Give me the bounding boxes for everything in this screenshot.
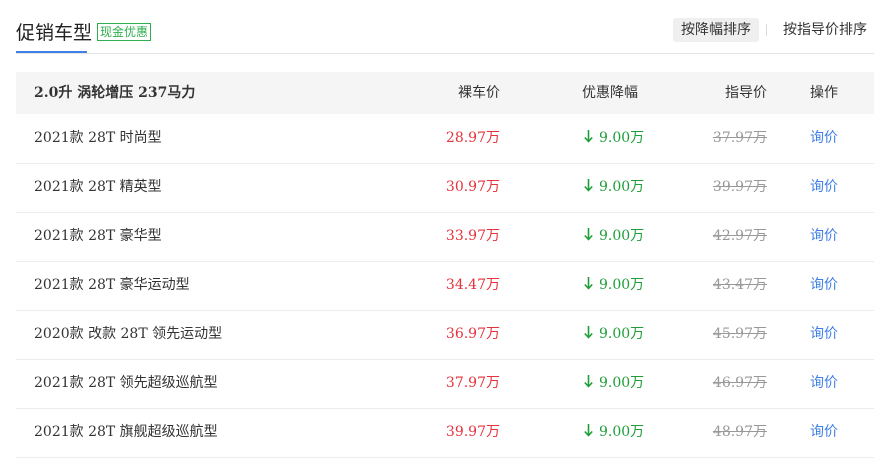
table-row: 2021款 28T 时尚型 28.97万 9.00万 37.97万 询价 (16, 114, 874, 164)
sort-by-guide-price-button[interactable]: 按指导价排序 (776, 18, 874, 42)
arrow-down-icon (584, 408, 594, 456)
discount-amount: 9.00万 (599, 130, 645, 146)
guide-price: 39.97万 (712, 179, 767, 195)
naked-price: 37.97万 (445, 375, 500, 391)
header-divider (16, 53, 874, 54)
arrow-down-icon (584, 261, 594, 309)
table-header: 2.0升 涡轮增压 237马力 裸车价 优惠降幅 指导价 操作 (16, 72, 874, 114)
guide-price: 46.97万 (712, 375, 767, 391)
discount-value: 9.00万 (584, 359, 644, 407)
naked-price: 30.97万 (445, 179, 500, 195)
arrow-down-icon (584, 114, 594, 162)
column-action: 操作 (810, 85, 838, 101)
discount-amount: 9.00万 (599, 375, 645, 391)
trim-name[interactable]: 2021款 28T 豪华运动型 (34, 261, 190, 309)
engine-group-label: 2.0升 涡轮增压 237马力 (34, 85, 196, 101)
naked-price: 39.97万 (445, 424, 500, 440)
guide-price: 48.97万 (712, 424, 767, 440)
column-guide-price: 指导价 (725, 85, 767, 101)
inquiry-link[interactable]: 询价 (810, 408, 838, 456)
discount-amount: 9.00万 (599, 424, 645, 440)
discount-value: 9.00万 (584, 261, 644, 309)
guide-price: 43.47万 (712, 277, 767, 293)
trim-name[interactable]: 2021款 28T 豪华型 (34, 212, 162, 260)
table-row: 2021款 28T 旗舰超级巡航型 39.97万 9.00万 48.97万 询价 (16, 408, 874, 458)
trim-name[interactable]: 2021款 28T 旗舰超级巡航型 (34, 408, 218, 456)
discount-amount: 9.00万 (599, 228, 645, 244)
arrow-down-icon (584, 212, 594, 260)
naked-price: 36.97万 (445, 326, 500, 342)
discount-amount: 9.00万 (599, 277, 645, 293)
trim-name[interactable]: 2021款 28T 时尚型 (34, 114, 162, 162)
guide-price: 45.97万 (712, 326, 767, 342)
table-row: 2021款 28T 领先超级巡航型 37.97万 9.00万 46.97万 询价 (16, 359, 874, 409)
section-title: 促销车型 (16, 22, 93, 44)
guide-price: 42.97万 (712, 228, 767, 244)
discount-value: 9.00万 (584, 212, 644, 260)
trim-name[interactable]: 2021款 28T 领先超级巡航型 (34, 359, 218, 407)
discount-value: 9.00万 (584, 310, 644, 358)
discount-value: 9.00万 (584, 408, 644, 456)
inquiry-link[interactable]: 询价 (810, 359, 838, 407)
column-naked-price: 裸车价 (458, 85, 500, 101)
inquiry-link[interactable]: 询价 (810, 114, 838, 162)
discount-amount: 9.00万 (599, 179, 645, 195)
naked-price: 28.97万 (445, 130, 500, 146)
naked-price: 33.97万 (445, 228, 500, 244)
arrow-down-icon (584, 359, 594, 407)
arrow-down-icon (584, 163, 594, 211)
sort-by-discount-button[interactable]: 按降幅排序 (673, 18, 759, 42)
cash-discount-badge: 现金优惠 (97, 23, 152, 41)
table-row: 2021款 28T 豪华运动型 34.47万 9.00万 43.47万 询价 (16, 261, 874, 311)
trim-name[interactable]: 2020款 改款 28T 领先运动型 (34, 310, 222, 358)
column-discount: 优惠降幅 (582, 85, 638, 101)
inquiry-link[interactable]: 询价 (810, 212, 838, 260)
sort-separator (766, 24, 767, 36)
discount-amount: 9.00万 (599, 326, 645, 342)
section-header: 促销车型 现金优惠 按降幅排序 按指导价排序 (0, 0, 883, 54)
table-row: 2020款 改款 28T 领先运动型 36.97万 9.00万 45.97万 询价 (16, 310, 874, 360)
naked-price: 34.47万 (445, 277, 500, 293)
table-row: 2021款 28T 精英型 30.97万 9.00万 39.97万 询价 (16, 163, 874, 213)
arrow-down-icon (584, 310, 594, 358)
discount-value: 9.00万 (584, 114, 644, 162)
inquiry-link[interactable]: 询价 (810, 261, 838, 309)
discount-value: 9.00万 (584, 163, 644, 211)
inquiry-link[interactable]: 询价 (810, 310, 838, 358)
trim-name[interactable]: 2021款 28T 精英型 (34, 163, 162, 211)
table-row: 2021款 28T 豪华型 33.97万 9.00万 42.97万 询价 (16, 212, 874, 262)
guide-price: 37.97万 (712, 130, 767, 146)
inquiry-link[interactable]: 询价 (810, 163, 838, 211)
